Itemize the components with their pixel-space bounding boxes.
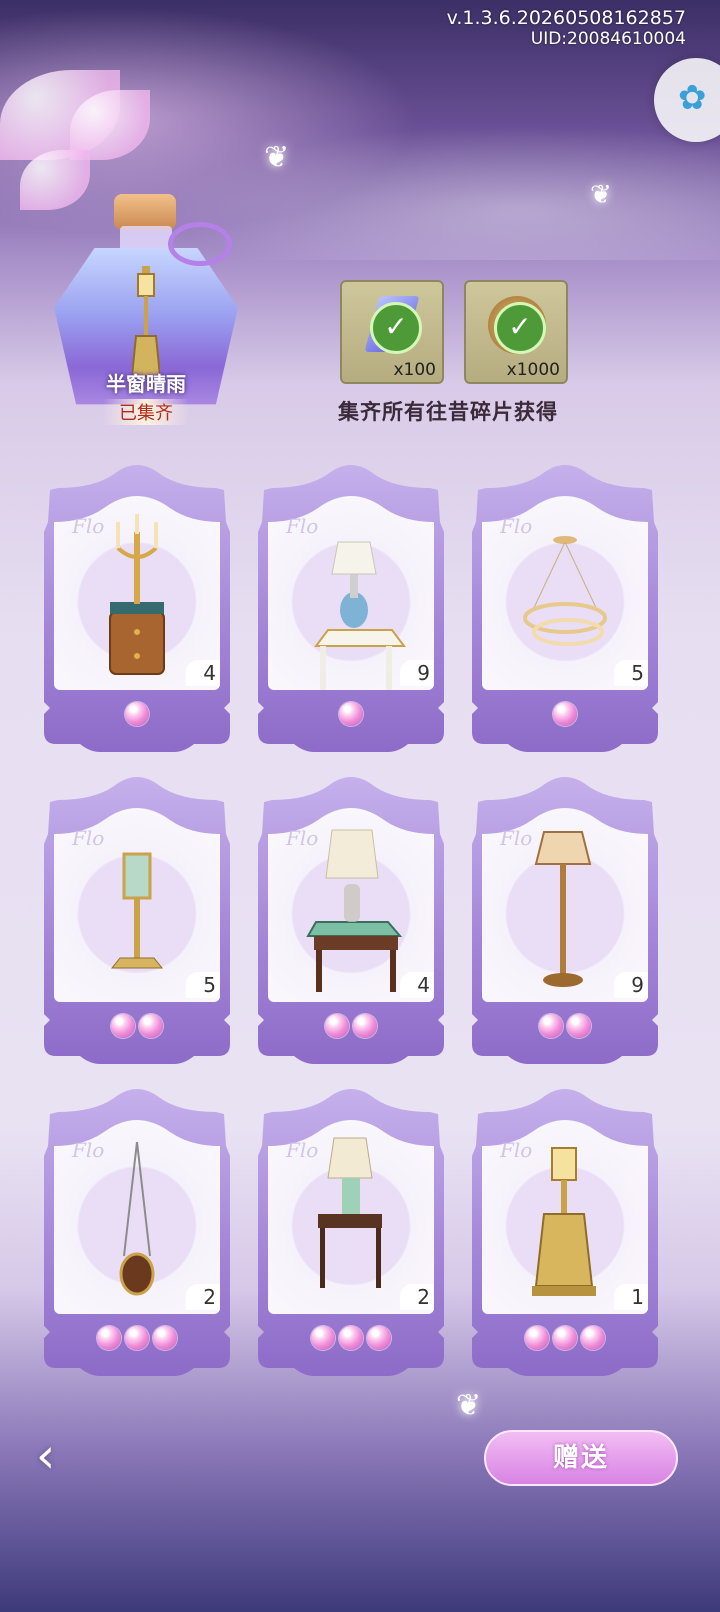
check-icon: ✓ — [494, 302, 546, 354]
fragment-card[interactable]: Flo 9 — [258, 462, 444, 752]
fragment-count: 2 — [186, 1284, 220, 1310]
fragment-card[interactable]: Flo 5 — [44, 774, 230, 1064]
fragment-count: 1 — [614, 1284, 648, 1310]
pearl-icon — [539, 1014, 563, 1038]
butterfly-icon: ❦ — [264, 140, 290, 175]
fragment-count: 4 — [186, 660, 220, 686]
lamp-icon — [132, 266, 160, 377]
collection-status: 已集齐 — [103, 399, 189, 425]
rarity-pearls — [472, 1014, 658, 1042]
rarity-pearls — [258, 1014, 444, 1042]
pearl-icon — [125, 702, 149, 726]
butterfly-icon: ❦ — [456, 1388, 482, 1423]
pearl-icon — [581, 1326, 605, 1350]
fragment-card[interactable]: Flo 1 — [472, 1086, 658, 1376]
ribbon-icon — [168, 222, 232, 266]
fragment-card[interactable]: Flo 5 — [472, 462, 658, 752]
pearl-icon — [567, 1014, 591, 1038]
rarity-pearls — [44, 702, 230, 730]
fragment-card[interactable]: Flo 2 — [258, 1086, 444, 1376]
collection-bottle: 半窗晴雨 已集齐 — [48, 194, 244, 425]
fragment-card[interactable]: Flo 9 — [472, 774, 658, 1064]
rarity-pearls — [44, 1326, 230, 1354]
pearl-icon — [367, 1326, 391, 1350]
butterfly-icon: ❦ — [590, 180, 612, 210]
fragment-card[interactable]: Flo 2 — [44, 1086, 230, 1376]
fragment-count: 9 — [614, 972, 648, 998]
fragment-card[interactable]: Flo 4 — [258, 774, 444, 1064]
fragment-card[interactable]: Flo 4 — [44, 462, 230, 752]
fragment-count: 9 — [400, 660, 434, 686]
rarity-pearls — [258, 702, 444, 730]
fragment-count: 5 — [614, 660, 648, 686]
back-arrow-icon[interactable]: ‹ — [36, 1432, 84, 1482]
uid-label: UID:20084610004 — [530, 29, 686, 49]
reward-qty: x1000 — [506, 360, 560, 380]
pearl-icon — [97, 1326, 121, 1350]
fragment-count: 2 — [400, 1284, 434, 1310]
reward-panel: ✓ x100 ✓ x1000 — [340, 280, 580, 390]
rarity-pearls — [258, 1326, 444, 1354]
pearl-icon — [139, 1014, 163, 1038]
pearl-icon — [311, 1326, 335, 1350]
pearl-icon — [325, 1014, 349, 1038]
version-label: v.1.3.6.20260508162857 — [446, 7, 686, 29]
pearl-icon — [339, 702, 363, 726]
reward-caption: 集齐所有往昔碎片获得 — [338, 400, 558, 424]
pearl-icon — [553, 702, 577, 726]
rarity-pearls — [472, 702, 658, 730]
rarity-pearls — [472, 1326, 658, 1354]
pearl-icon — [339, 1326, 363, 1350]
pearl-icon — [353, 1014, 377, 1038]
pearl-icon — [553, 1326, 577, 1350]
reward-item[interactable]: ✓ x1000 — [464, 280, 568, 384]
check-icon: ✓ — [370, 302, 422, 354]
pearl-icon — [525, 1326, 549, 1350]
pearl-icon — [111, 1014, 135, 1038]
reward-item[interactable]: ✓ x100 — [340, 280, 444, 384]
pearl-icon — [153, 1326, 177, 1350]
collection-name: 半窗晴雨 — [106, 372, 186, 396]
rarity-pearls — [44, 1014, 230, 1042]
pearl-icon — [125, 1326, 149, 1350]
bottle-cork — [114, 194, 176, 230]
fragment-count: 5 — [186, 972, 220, 998]
gift-button[interactable]: 赠送 — [484, 1430, 678, 1486]
fragment-count: 4 — [400, 972, 434, 998]
reward-qty: x100 — [393, 360, 436, 380]
